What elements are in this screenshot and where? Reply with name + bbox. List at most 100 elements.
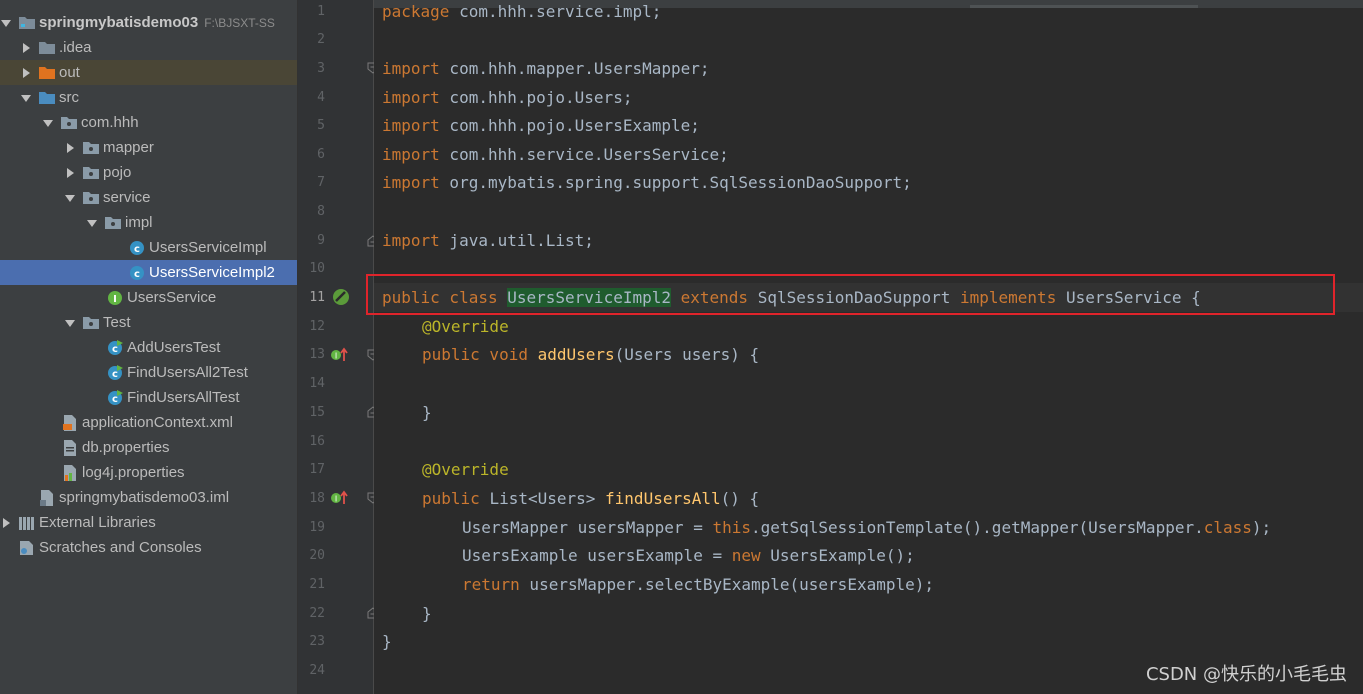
tree-item-label: src [59, 89, 79, 106]
scratches-icon [18, 539, 36, 557]
code-line-22[interactable]: } [422, 599, 432, 628]
tree-item-label: impl [125, 214, 153, 231]
tree-item-findusersalltest[interactable]: c FindUsersAllTest [0, 385, 297, 410]
method-name: findUsersAll [605, 489, 721, 508]
tree-item-adduserstest[interactable]: c AddUsersTest [0, 335, 297, 360]
tree-item-out[interactable]: out [0, 60, 297, 85]
tree-item-label: service [103, 189, 151, 206]
tree-item-external-libraries[interactable]: External Libraries [0, 510, 297, 535]
code-line-20[interactable]: UsersExample usersExample = new UsersExa… [462, 541, 915, 570]
java-interface-icon: I [106, 289, 124, 307]
chevron-down-icon[interactable] [0, 17, 12, 29]
tree-item-usersservice[interactable]: I UsersService [0, 285, 297, 310]
tree-item-applicationcontext-xml[interactable]: applicationContext.xml [0, 410, 297, 435]
tree-item-impl[interactable]: impl [0, 210, 297, 235]
tree-item-usersserviceimpl2[interactable]: c UsersServiceImpl2 [0, 260, 297, 285]
code-line-18[interactable]: public List<Users> findUsersAll() { [422, 484, 759, 513]
line-number: 4 [317, 90, 325, 105]
code-line-9[interactable]: import java.util.List; [382, 226, 594, 255]
code-line-6[interactable]: import com.hhh.service.UsersService; [382, 140, 729, 169]
code-line-11[interactable]: public class UsersServiceImpl2 extends S… [382, 283, 1201, 312]
package-icon [82, 139, 100, 157]
tree-item-idea[interactable]: .idea [0, 35, 297, 60]
code-text: org.mybatis.spring.support.SqlSessionDao… [439, 173, 912, 192]
keyword: import [382, 231, 440, 250]
code-text: usersMapper.selectByExample(usersExample… [519, 575, 935, 594]
implements-method-icon[interactable]: I [330, 489, 348, 507]
chevron-right-icon[interactable] [0, 517, 12, 529]
code-line-19[interactable]: UsersMapper usersMapper = this.getSqlSes… [462, 513, 1271, 542]
code-line-17[interactable]: @Override [422, 455, 509, 484]
tree-item-iml-file[interactable]: springmybatisdemo03.iml [0, 485, 297, 510]
keyword: class [1203, 518, 1252, 537]
editor-gutter[interactable]: 1 2 3 4 5 6 7 8 9 10 11 12 13 14 15 16 1… [298, 0, 379, 694]
tree-item-db-properties[interactable]: db.properties [0, 435, 297, 460]
code-editor[interactable]: package com.hhh.service.impl; import com… [374, 0, 1363, 694]
chevron-right-icon[interactable] [64, 142, 76, 154]
tree-item-label: .idea [59, 39, 92, 56]
tree-item-mapper[interactable]: mapper [0, 135, 297, 160]
source-folder-icon [38, 89, 56, 107]
tree-item-label: out [59, 64, 80, 81]
chevron-down-icon[interactable] [20, 92, 32, 104]
code-line-4[interactable]: import com.hhh.pojo.Users; [382, 83, 632, 112]
code-text: () { [720, 489, 760, 508]
code-line-12[interactable]: @Override [422, 312, 509, 341]
code-text: UsersMapper usersMapper = [462, 518, 713, 537]
chevron-down-icon[interactable] [86, 217, 98, 229]
code-text: .getSqlSessionTemplate().getMapper(Users… [750, 518, 1204, 537]
code-line-1[interactable]: package com.hhh.service.impl; [382, 0, 661, 26]
line-number: 6 [317, 147, 325, 162]
project-name: springmybatisdemo03 [39, 14, 199, 31]
chevron-down-icon[interactable] [42, 117, 54, 129]
tree-item-log4j-properties[interactable]: log4j.properties [0, 460, 297, 485]
tree-item-src[interactable]: src [0, 85, 297, 110]
svg-text:I: I [335, 495, 337, 504]
package-icon [82, 189, 100, 207]
code-line-13[interactable]: public void addUsers(Users users) { [422, 340, 759, 369]
code-line-15[interactable]: } [422, 398, 432, 427]
code-line-7[interactable]: import org.mybatis.spring.support.SqlSes… [382, 168, 912, 197]
tree-item-scratches[interactable]: Scratches and Consoles [0, 535, 297, 560]
implements-marker-icon[interactable] [332, 288, 350, 306]
chevron-right-icon[interactable] [20, 67, 32, 79]
code-text: } [382, 632, 392, 651]
tree-item-service[interactable]: service [0, 185, 297, 210]
keyword: import [382, 116, 440, 135]
tree-item-pojo[interactable]: pojo [0, 160, 297, 185]
code-text: (Users users) { [614, 345, 760, 364]
code-line-21[interactable]: return usersMapper.selectByExample(users… [462, 570, 934, 599]
tree-item-com-hhh[interactable]: com.hhh [0, 110, 297, 135]
annotation: @Override [422, 460, 509, 479]
line-number: 14 [309, 376, 325, 391]
keyword: import [382, 88, 440, 107]
folder-icon [38, 39, 56, 57]
tree-item-usersserviceimpl[interactable]: c UsersServiceImpl [0, 235, 297, 260]
keyword: this [712, 518, 751, 537]
chevron-right-icon[interactable] [20, 42, 32, 54]
code-line-5[interactable]: import com.hhh.pojo.UsersExample; [382, 111, 700, 140]
tree-item-test[interactable]: Test [0, 310, 297, 335]
code-text: UsersExample usersExample = [462, 546, 732, 565]
code-text: com.hhh.pojo.UsersExample; [439, 116, 700, 135]
active-editor-tab[interactable] [970, 5, 1198, 8]
implements-method-icon[interactable]: I [330, 346, 348, 364]
chevron-right-icon[interactable] [64, 167, 76, 179]
tree-item-findusersall2test[interactable]: c FindUsersAll2Test [0, 360, 297, 385]
code-line-23[interactable]: } [382, 627, 392, 656]
package-icon [82, 314, 100, 332]
chevron-down-icon[interactable] [64, 192, 76, 204]
project-tool-window: springmybatisdemo03 F:\BJSXT-SS .idea ou… [0, 0, 298, 694]
tree-root-project[interactable]: springmybatisdemo03 F:\BJSXT-SS [0, 10, 297, 35]
keyword: public void [422, 345, 538, 364]
keyword: import [382, 173, 440, 192]
line-number: 9 [317, 233, 325, 248]
code-line-3[interactable]: import com.hhh.mapper.UsersMapper; [382, 54, 710, 83]
tree-item-label: db.properties [82, 439, 170, 456]
method-name: addUsers [537, 345, 615, 364]
keyword: return [462, 575, 520, 594]
line-number: 3 [317, 61, 325, 76]
code-text: com.hhh.mapper.UsersMapper; [439, 59, 710, 78]
chevron-down-icon[interactable] [64, 317, 76, 329]
line-number: 16 [309, 434, 325, 449]
